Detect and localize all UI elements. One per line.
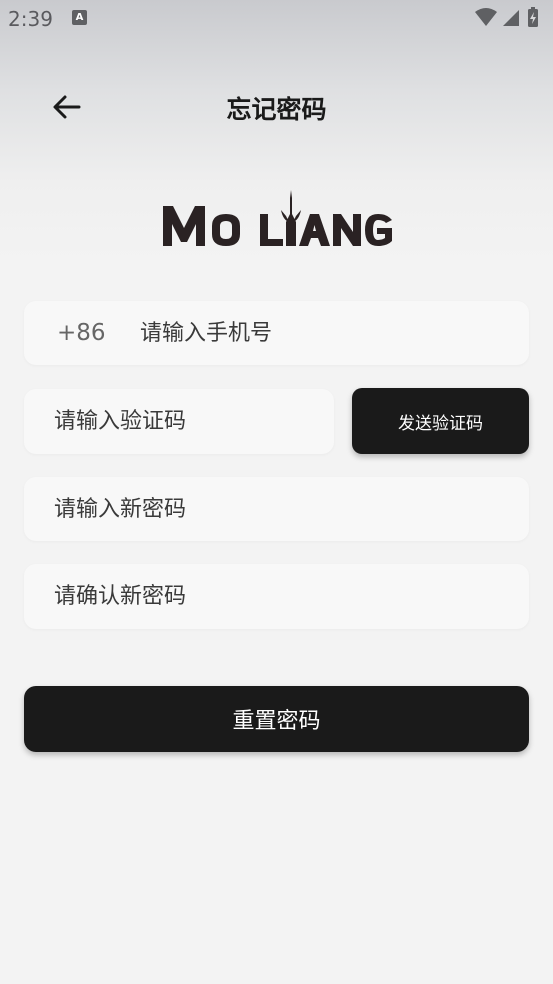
status-bar: 2:39 A: [0, 0, 553, 36]
phone-input[interactable]: [140, 301, 510, 365]
status-time: 2:39: [8, 7, 53, 31]
verification-code-input[interactable]: [54, 389, 324, 454]
phone-field[interactable]: +86: [24, 301, 529, 365]
status-icons: [473, 6, 543, 30]
notification-a-icon: A: [72, 10, 87, 25]
new-password-input[interactable]: [54, 477, 494, 541]
reset-password-button[interactable]: 重置密码: [24, 686, 529, 752]
battery-charging-icon: [528, 7, 538, 27]
new-password-field[interactable]: [24, 477, 529, 541]
brand-logo: [160, 188, 395, 252]
page-title: 忘记密码: [226, 95, 327, 124]
country-code[interactable]: +86: [57, 301, 106, 365]
send-code-button[interactable]: 发送验证码: [352, 388, 529, 454]
confirm-password-input[interactable]: [54, 564, 494, 629]
wifi-icon: [475, 8, 497, 26]
confirm-password-field[interactable]: [24, 564, 529, 629]
signal-icon: [503, 10, 519, 26]
verification-code-field[interactable]: [24, 389, 334, 454]
